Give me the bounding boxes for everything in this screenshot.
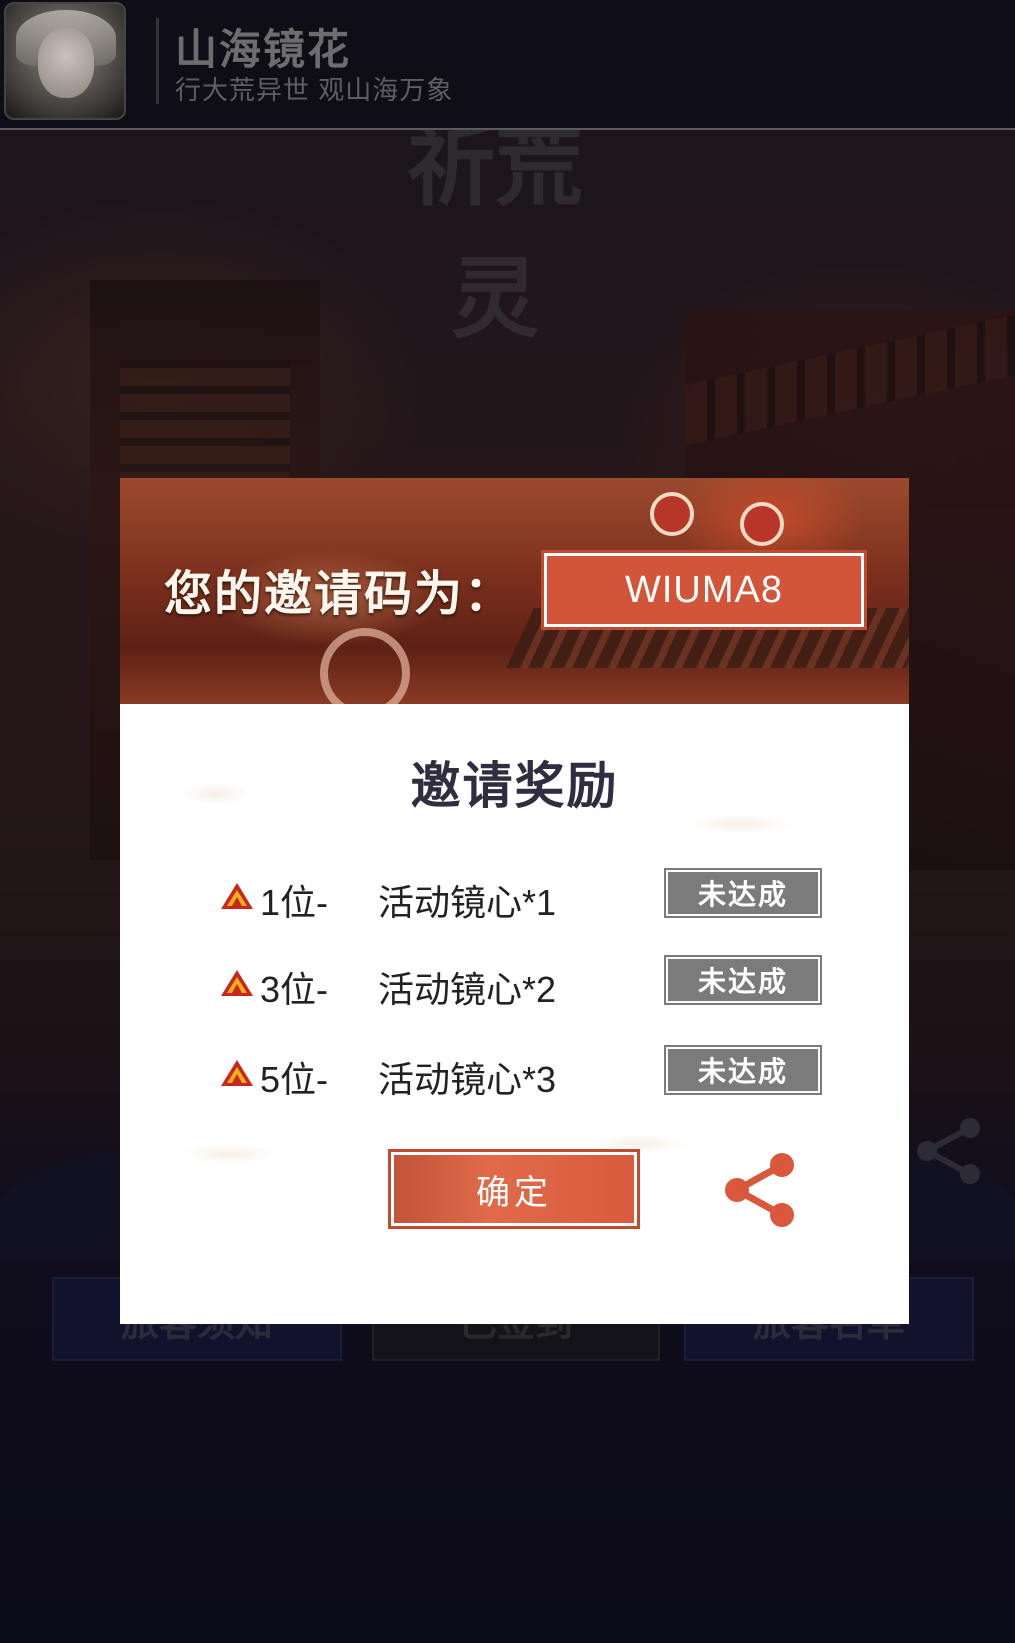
modal-body: 邀请奖励 1位- 活动镜心*1 未达成 3位- 活动镜心*2 未达成 5位- 活…	[120, 704, 909, 1324]
app-subtitle: 行大荒异世 观山海万象	[175, 75, 454, 105]
header-emblem-illustration	[320, 628, 410, 704]
reward-rank: 1位-	[260, 882, 329, 923]
reward-rank: 3位-	[260, 969, 329, 1010]
triangle-icon	[221, 970, 253, 996]
top-bar: 山海镜花 行大荒异世 观山海万象	[0, 0, 1015, 130]
header-lantern-illustration	[740, 502, 784, 546]
reward-title: 邀请奖励	[410, 756, 619, 815]
avatar-face	[38, 28, 94, 98]
reward-prize: 活动镜心*3	[378, 1059, 557, 1100]
reward-rank: 5位-	[260, 1059, 329, 1100]
triangle-icon	[221, 883, 253, 909]
invite-code-value[interactable]: WIUMA8	[541, 550, 867, 630]
app-title: 山海镜花	[175, 25, 352, 74]
triangle-icon	[221, 1060, 253, 1086]
header-lantern-illustration	[650, 492, 694, 536]
invite-modal: 您的邀请码为： WIUMA8 邀请奖励 1位- 活动镜心*1 未达成 3位- 活…	[120, 478, 909, 1324]
reward-row: 5位- 活动镜心*3 未达成	[120, 1045, 909, 1100]
share-icon[interactable]	[722, 1150, 802, 1230]
reward-status-badge: 未达成	[664, 1045, 822, 1095]
reward-status-badge: 未达成	[664, 955, 822, 1005]
reward-row: 3位- 活动镜心*2 未达成	[120, 955, 909, 1010]
topbar-divider	[156, 18, 159, 104]
reward-status-badge: 未达成	[664, 868, 822, 918]
invite-code-label: 您的邀请码为：	[164, 566, 515, 622]
app-logo-avatar	[4, 2, 126, 120]
confirm-button[interactable]: 确定	[388, 1149, 640, 1229]
reward-row: 1位- 活动镜心*1 未达成	[120, 868, 909, 923]
modal-header-banner: 您的邀请码为： WIUMA8	[120, 478, 909, 704]
reward-prize: 活动镜心*1	[378, 882, 557, 923]
reward-prize: 活动镜心*2	[378, 969, 557, 1010]
